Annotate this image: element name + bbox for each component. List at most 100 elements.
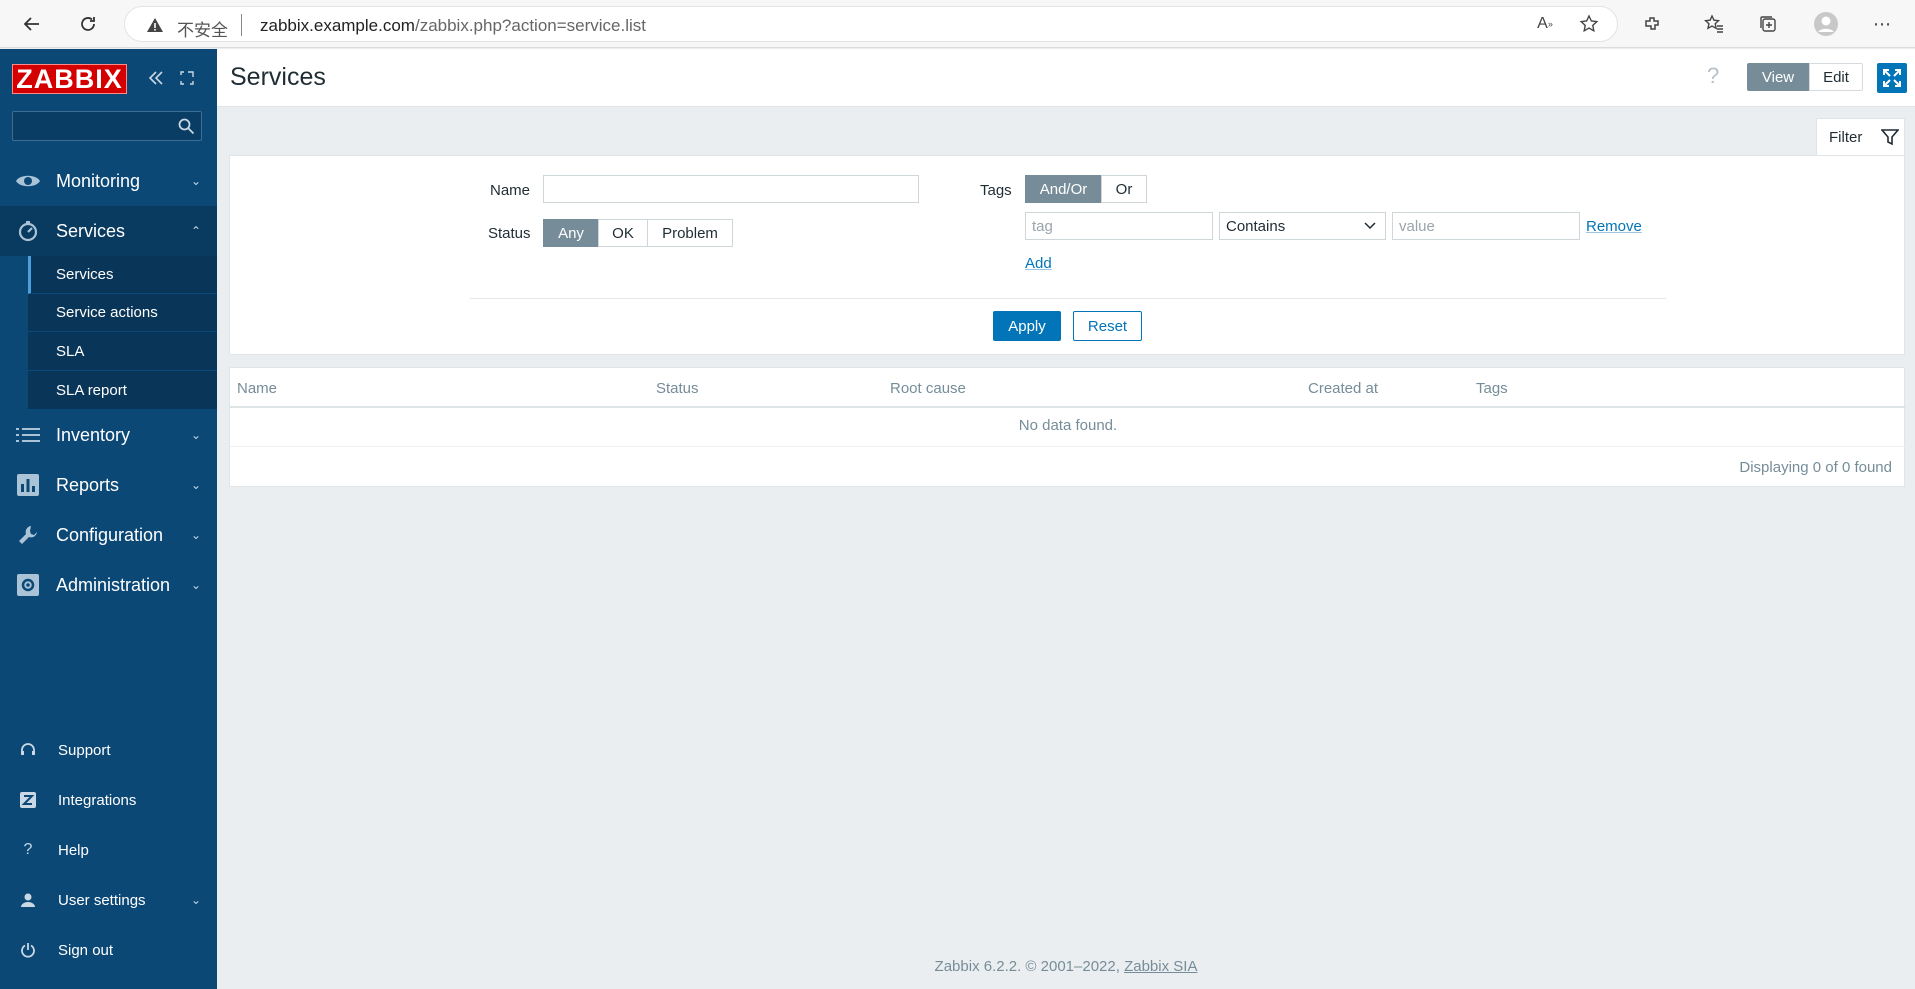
question-icon: ? bbox=[23, 841, 33, 858]
menu-label: Services bbox=[56, 220, 126, 241]
add-tag-link[interactable]: Add bbox=[1025, 255, 1052, 272]
menu-label: Monitoring bbox=[56, 170, 141, 191]
insecure-label: 不安全 bbox=[177, 21, 228, 41]
fullscreen-button[interactable] bbox=[1877, 63, 1907, 93]
status-any-option[interactable]: Any bbox=[543, 219, 599, 247]
more-options-icon[interactable]: ⋯ bbox=[1868, 10, 1896, 38]
status-ok-option[interactable]: OK bbox=[598, 219, 648, 247]
filter-tab[interactable]: Filter bbox=[1816, 118, 1905, 156]
zabbix-logo[interactable]: ZABBIX bbox=[12, 64, 127, 94]
menu-configuration[interactable]: Configuration ⌄ bbox=[0, 510, 217, 560]
header-divider bbox=[230, 406, 1906, 408]
kiosk-mode-icon[interactable] bbox=[176, 67, 198, 89]
tag-operator-value: Contains bbox=[1226, 217, 1286, 235]
eye-icon bbox=[15, 168, 41, 194]
filter-panel: Name Status Any OK Problem Tags And/Or O… bbox=[229, 155, 1905, 355]
filter-tab-label: Filter bbox=[1829, 129, 1863, 146]
submenu-item-sla[interactable]: SLA bbox=[28, 333, 217, 371]
menu-label: Help bbox=[58, 841, 89, 859]
name-label: Name bbox=[490, 182, 531, 199]
chevron-up-icon: ⌃ bbox=[190, 224, 201, 238]
menu-monitoring[interactable]: Monitoring ⌄ bbox=[0, 156, 217, 206]
search-icon[interactable] bbox=[177, 117, 195, 135]
paging-summary: Displaying 0 of 0 found bbox=[1739, 459, 1892, 476]
submenu-label: SLA bbox=[56, 343, 85, 360]
menu-inventory[interactable]: Inventory ⌄ bbox=[0, 410, 217, 460]
menu-integrations[interactable]: Integrations bbox=[0, 780, 217, 820]
page-title: Services bbox=[230, 63, 326, 91]
wrench-icon bbox=[15, 522, 41, 548]
column-header-root-cause: Root cause bbox=[890, 380, 966, 397]
page-footer: Zabbix 6.2.2. © 2001–2022, Zabbix SIA bbox=[217, 958, 1915, 975]
menu-label: User settings bbox=[58, 891, 146, 909]
remove-tag-link[interactable]: Remove bbox=[1586, 218, 1642, 235]
tags-andor-option[interactable]: And/Or bbox=[1025, 175, 1102, 203]
chevron-down-icon: ⌄ bbox=[190, 893, 201, 907]
menu-label: Integrations bbox=[58, 791, 137, 809]
url-host: zabbix.example.com bbox=[260, 16, 415, 35]
menu-administration[interactable]: Administration ⌄ bbox=[0, 560, 217, 610]
column-header-tags: Tags bbox=[1476, 380, 1508, 397]
services-table: Name Status Root cause Created at Tags N… bbox=[229, 367, 1906, 487]
fullscreen-icon bbox=[1883, 69, 1901, 87]
chevron-down-icon: ⌄ bbox=[190, 528, 201, 542]
submenu-item-services[interactable]: Services bbox=[28, 256, 217, 294]
reset-button[interactable]: Reset bbox=[1073, 311, 1142, 341]
submenu-item-sla-report[interactable]: SLA report bbox=[28, 372, 217, 410]
copyright-text: Zabbix 6.2.2. © 2001–2022, bbox=[934, 958, 1120, 975]
menu-reports[interactable]: Reports ⌄ bbox=[0, 460, 217, 510]
url-path: /zabbix.php?action=service.list bbox=[414, 16, 647, 35]
status-problem-option[interactable]: Problem bbox=[647, 219, 733, 247]
sidebar-search[interactable] bbox=[12, 111, 202, 141]
filter-divider bbox=[470, 298, 1666, 299]
menu-help[interactable]: ? Help bbox=[0, 830, 217, 870]
list-icon bbox=[15, 422, 41, 448]
chevron-down-icon: ⌄ bbox=[190, 428, 201, 442]
services-submenu: Services Service actions SLA SLA report bbox=[28, 256, 217, 410]
view-button[interactable]: View bbox=[1747, 63, 1809, 91]
menu-sign-out[interactable]: Sign out bbox=[0, 930, 217, 970]
profile-avatar[interactable] bbox=[1812, 10, 1840, 38]
menu-label: Administration bbox=[56, 574, 171, 595]
reload-icon bbox=[81, 17, 95, 31]
favorites-icon[interactable] bbox=[1700, 10, 1728, 38]
empty-state-text: No data found. bbox=[1018, 417, 1118, 434]
menu-label: Configuration bbox=[56, 524, 164, 545]
menu-label: Support bbox=[58, 741, 111, 759]
read-aloud-icon[interactable]: A» bbox=[1531, 10, 1559, 38]
collections-icon[interactable] bbox=[1754, 10, 1782, 38]
tags-or-option[interactable]: Or bbox=[1101, 175, 1147, 203]
name-input[interactable] bbox=[543, 175, 919, 203]
tags-label: Tags bbox=[980, 182, 1012, 199]
column-header-name[interactable]: Name bbox=[237, 380, 277, 397]
reload-button[interactable] bbox=[72, 8, 104, 40]
status-label: Status bbox=[488, 225, 531, 242]
menu-services[interactable]: Services ⌃ bbox=[0, 206, 217, 256]
menu-support[interactable]: Support bbox=[0, 730, 217, 770]
menu-user-settings[interactable]: User settings ⌄ bbox=[0, 880, 217, 920]
zabbix-sia-link[interactable]: Zabbix SIA bbox=[1124, 958, 1197, 975]
submenu-item-service-actions[interactable]: Service actions bbox=[28, 294, 217, 332]
back-button[interactable] bbox=[16, 8, 48, 40]
column-header-created-at[interactable]: Created at bbox=[1308, 380, 1378, 397]
address-bar[interactable]: 不安全 zabbix.example.com/zabbix.php?action… bbox=[124, 6, 1618, 42]
browser-toolbar: 不安全 zabbix.example.com/zabbix.php?action… bbox=[0, 0, 1915, 48]
extensions-icon[interactable] bbox=[1638, 10, 1666, 38]
bar-chart-icon bbox=[15, 472, 41, 498]
chevron-down-icon: ⌄ bbox=[190, 578, 201, 592]
page-header: Services ? View Edit bbox=[217, 49, 1915, 107]
z-icon bbox=[18, 790, 38, 810]
back-arrow-icon bbox=[23, 17, 39, 31]
edit-button[interactable]: Edit bbox=[1809, 63, 1863, 91]
tag-operator-select[interactable]: Contains bbox=[1219, 212, 1386, 240]
row-divider bbox=[230, 446, 1906, 447]
search-input[interactable] bbox=[13, 112, 163, 138]
tag-name-input[interactable] bbox=[1025, 212, 1213, 240]
apply-button[interactable]: Apply bbox=[993, 311, 1061, 341]
collapse-sidebar-icon[interactable] bbox=[145, 67, 167, 89]
tag-value-input[interactable] bbox=[1392, 212, 1580, 240]
help-icon[interactable]: ? bbox=[1707, 63, 1719, 89]
add-favorite-icon[interactable] bbox=[1575, 10, 1603, 38]
url-separator bbox=[241, 14, 242, 36]
chevron-down-icon: ⌄ bbox=[190, 174, 201, 188]
